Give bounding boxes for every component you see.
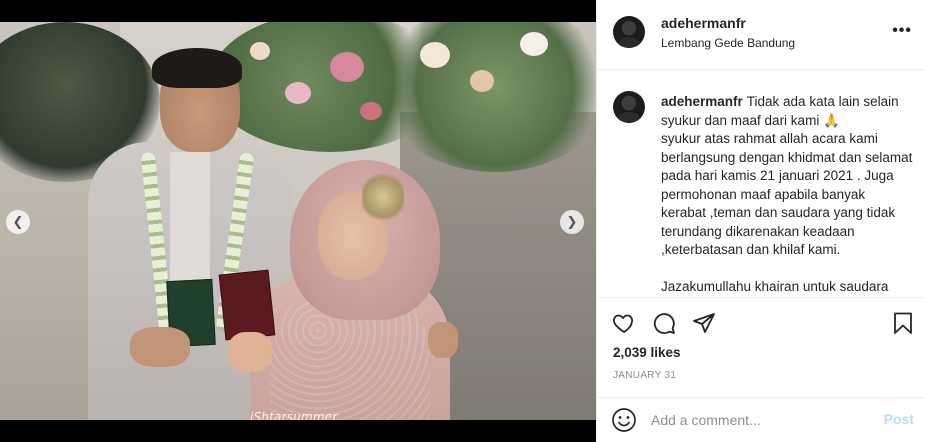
smiley-icon xyxy=(612,408,636,432)
post-photo[interactable]: iShtarsummer xyxy=(0,22,596,420)
bookmark-icon xyxy=(894,312,912,334)
marriage-book-red xyxy=(218,269,276,341)
caption-avatar[interactable] xyxy=(613,91,645,123)
post-date[interactable]: JANUARY 31 xyxy=(613,370,676,381)
emoji-button[interactable] xyxy=(611,407,637,433)
comment-input[interactable] xyxy=(651,409,873,431)
add-comment-bar: Post xyxy=(597,397,925,442)
like-button[interactable] xyxy=(611,310,637,336)
post-header: adehermanfr Lembang Gede Bandung ••• xyxy=(597,0,925,70)
save-button[interactable] xyxy=(890,310,916,336)
photo-watermark: iShtarsummer xyxy=(250,410,338,420)
caption-username-link[interactable]: adehermanfr xyxy=(661,94,743,109)
share-button[interactable] xyxy=(691,310,717,336)
post-details-panel: adehermanfr Lembang Gede Bandung ••• ade… xyxy=(596,0,925,442)
post-actions: 2,039 likes JANUARY 31 xyxy=(597,297,925,397)
location-link[interactable]: Lembang Gede Bandung xyxy=(661,36,795,50)
post-comment-button[interactable]: Post xyxy=(884,411,914,427)
next-photo-button[interactable]: ❯ xyxy=(560,210,584,234)
likes-count[interactable]: 2,039 likes xyxy=(613,345,681,360)
heart-icon xyxy=(613,314,633,333)
caption-body: Tidak ada kata lain selain syukur dan ma… xyxy=(661,94,913,294)
bridal-headpiece xyxy=(362,172,404,222)
more-options-icon[interactable]: ••• xyxy=(892,22,912,40)
caption-text: adehermanfr Tidak ada kata lain selain sy… xyxy=(661,93,913,297)
chevron-left-icon: ❮ xyxy=(12,214,24,230)
post-media: iShtarsummer ❮ ❯ xyxy=(0,0,596,442)
comment-button[interactable] xyxy=(651,310,677,336)
paper-plane-icon xyxy=(693,313,715,333)
avatar[interactable] xyxy=(613,16,645,48)
caption-section: adehermanfr Tidak ada kata lain selain sy… xyxy=(597,71,925,297)
comment-icon xyxy=(653,313,675,334)
username-link[interactable]: adehermanfr xyxy=(661,15,746,31)
chevron-right-icon: ❯ xyxy=(566,214,578,230)
previous-photo-button[interactable]: ❮ xyxy=(6,210,30,234)
